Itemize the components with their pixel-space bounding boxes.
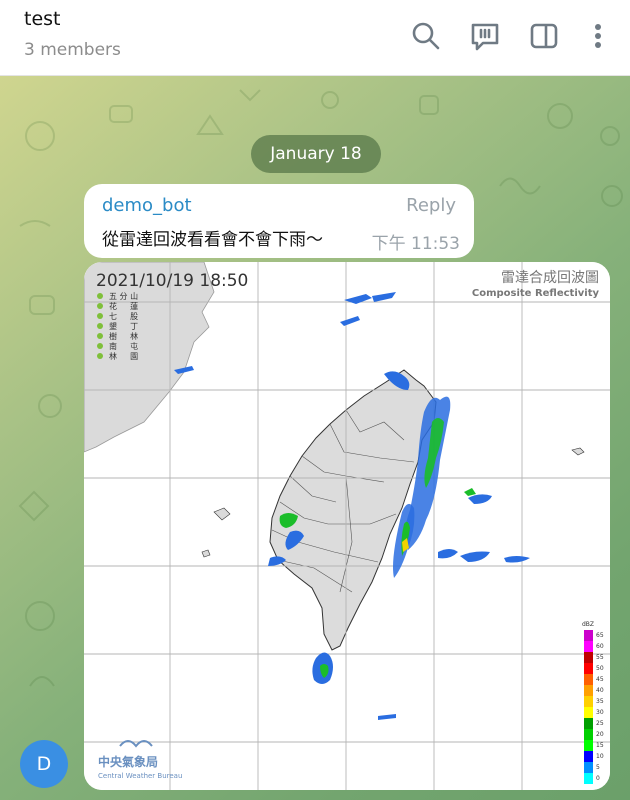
search-icon[interactable] bbox=[410, 20, 442, 52]
radar-timestamp: 2021/10/19 18:50 bbox=[96, 271, 248, 291]
logo-en: Central Weather Bureau bbox=[98, 772, 182, 780]
radar-map: 2021/10/19 18:50 雷達合成回波圖 Composite Refle… bbox=[84, 262, 610, 790]
legend-swatch bbox=[584, 641, 593, 652]
chat-title[interactable]: test bbox=[24, 8, 61, 30]
station-label: 七 股 bbox=[109, 312, 138, 321]
station-dot bbox=[97, 313, 103, 319]
legend-swatch bbox=[584, 707, 593, 718]
message-bubble[interactable]: demo_bot Reply 從雷達回波看看會不會下雨～ 下午 11:53 bbox=[84, 184, 474, 258]
legend-swatch bbox=[584, 674, 593, 685]
station-label: 林 園 bbox=[109, 351, 138, 361]
radar-title-en: Composite Reflectivity bbox=[472, 288, 600, 299]
legend-label: 50 bbox=[596, 665, 604, 672]
legend-swatch bbox=[584, 751, 593, 762]
station-label: 花 蓮 bbox=[109, 301, 138, 311]
station-dot bbox=[97, 333, 103, 339]
legend-label: 30 bbox=[596, 709, 604, 716]
legend-swatch bbox=[584, 773, 593, 784]
radar-image-message[interactable]: 2021/10/19 18:50 雷達合成回波圖 Composite Refle… bbox=[84, 262, 610, 790]
bot-avatar[interactable]: D bbox=[20, 740, 68, 788]
chat-header: test 3 members bbox=[0, 0, 630, 76]
legend-label: 0 bbox=[596, 775, 600, 782]
legend-swatch bbox=[584, 740, 593, 751]
sidebar-icon[interactable] bbox=[528, 20, 560, 52]
legend-label: 20 bbox=[596, 731, 604, 738]
chat-background: January 18 demo_bot Reply 從雷達回波看看會不會下雨～ … bbox=[0, 76, 630, 800]
message-time: 下午 11:53 bbox=[371, 234, 460, 254]
date-separator: January 18 bbox=[251, 135, 381, 173]
legend-label: 15 bbox=[596, 742, 604, 749]
more-vert-icon[interactable] bbox=[582, 20, 614, 52]
station-dot bbox=[97, 303, 103, 309]
station-label: 南 屯 bbox=[109, 341, 138, 351]
station-label: 樹 林 bbox=[109, 331, 138, 341]
message-text: 從雷達回波看看會不會下雨～ bbox=[102, 230, 323, 250]
legend-label: 35 bbox=[596, 698, 604, 705]
station-label: 墾 丁 bbox=[109, 321, 138, 331]
legend-swatch bbox=[584, 762, 593, 773]
legend-swatch bbox=[584, 685, 593, 696]
legend-label: 55 bbox=[596, 654, 604, 661]
logo-zh: 中央氣象局 bbox=[98, 754, 158, 769]
legend-unit: dBZ bbox=[582, 621, 594, 628]
legend-swatch bbox=[584, 663, 593, 674]
legend-label: 65 bbox=[596, 632, 604, 639]
legend-label: 10 bbox=[596, 753, 604, 760]
legend-label: 45 bbox=[596, 676, 604, 683]
station-dot bbox=[97, 353, 103, 359]
station-dot bbox=[97, 343, 103, 349]
station-label: 五 分 山 bbox=[109, 291, 138, 301]
legend-swatch bbox=[584, 718, 593, 729]
station-dot bbox=[97, 293, 103, 299]
feedback-icon[interactable] bbox=[469, 20, 501, 52]
station-dot bbox=[97, 323, 103, 329]
sender-name[interactable]: demo_bot bbox=[102, 195, 192, 216]
legend-swatch bbox=[584, 652, 593, 663]
member-count: 3 members bbox=[24, 40, 121, 60]
radar-title-zh: 雷達合成回波圖 bbox=[501, 270, 599, 286]
legend-swatch bbox=[584, 696, 593, 707]
reply-button[interactable]: Reply bbox=[406, 195, 456, 216]
dbz-legend: dBZ 65605550454035302520151050 bbox=[582, 621, 604, 784]
legend-label: 5 bbox=[596, 764, 600, 771]
legend-swatch bbox=[584, 630, 593, 641]
legend-label: 25 bbox=[596, 720, 604, 727]
legend-label: 40 bbox=[596, 687, 604, 694]
legend-swatch bbox=[584, 729, 593, 740]
legend-label: 60 bbox=[596, 643, 604, 650]
